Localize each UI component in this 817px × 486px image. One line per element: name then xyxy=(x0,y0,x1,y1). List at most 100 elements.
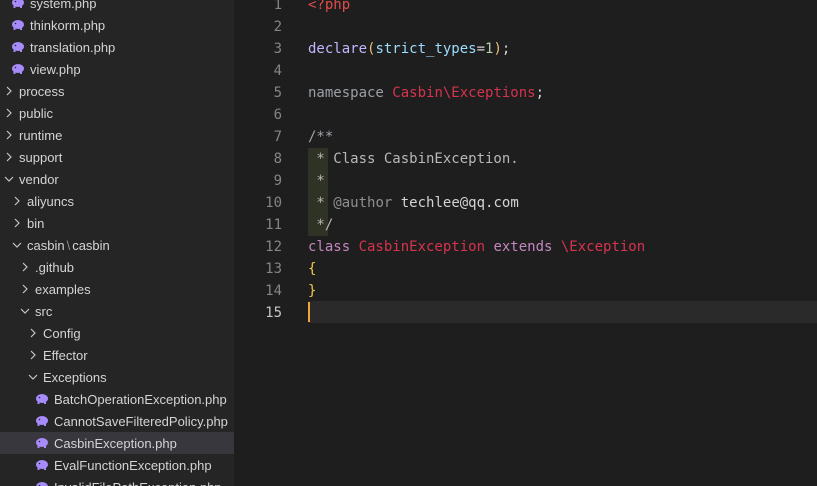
code-token: /** xyxy=(308,129,334,145)
php-elephant-icon xyxy=(35,480,49,486)
folder-item[interactable]: examples xyxy=(0,278,234,300)
code-line[interactable]: declare(strict_types=1); xyxy=(308,38,510,60)
line-number: 13 xyxy=(265,261,282,277)
folder-item[interactable]: support xyxy=(0,146,234,168)
file-item[interactable]: CannotSaveFilteredPolicy.php xyxy=(0,410,234,432)
chevron-right-icon[interactable] xyxy=(3,146,15,168)
vscode-window: system.php thinkorm.php translation.php vie… xyxy=(0,0,817,486)
file-item[interactable]: view.php xyxy=(0,58,234,80)
explorer-sidebar: system.php thinkorm.php translation.php vie… xyxy=(0,0,234,486)
folder-item[interactable]: bin xyxy=(0,212,234,234)
chevron-right-icon[interactable] xyxy=(3,102,15,124)
php-elephant-icon xyxy=(11,0,25,10)
tree-item-label: EvalFunctionException.php xyxy=(54,457,212,473)
code-token: @author xyxy=(333,195,393,211)
php-elephant-icon xyxy=(11,62,25,76)
code-token: \Exception xyxy=(560,239,646,255)
file-item[interactable]: system.php xyxy=(0,0,234,14)
file-item[interactable]: BatchOperationException.php xyxy=(0,388,234,410)
tree-item-label: Exceptions xyxy=(43,369,107,385)
code-line[interactable]: * xyxy=(308,170,325,192)
file-item[interactable]: EvalFunctionException.php xyxy=(0,454,234,476)
line-number: 10 xyxy=(265,195,282,211)
chevron-right-icon[interactable] xyxy=(27,344,39,366)
tree-item-label: view.php xyxy=(30,61,81,77)
code-token: * xyxy=(308,195,334,211)
code-token: strict_types xyxy=(375,41,477,57)
line-number: 4 xyxy=(273,63,282,79)
code-token: ) xyxy=(493,41,502,57)
code-token: techlee@qq.com xyxy=(392,195,519,211)
code-line[interactable]: } xyxy=(308,280,316,302)
chevron-right-icon[interactable] xyxy=(11,212,23,234)
file-item[interactable]: InvalidFilePathException.php xyxy=(0,476,234,486)
code-line[interactable]: * @author techlee@qq.com xyxy=(308,192,519,214)
folder-item[interactable]: .github xyxy=(0,256,234,278)
chevron-down-icon[interactable] xyxy=(19,300,31,322)
code-line[interactable]: /** xyxy=(308,126,333,148)
line-number: 8 xyxy=(273,151,282,167)
code-token: class xyxy=(308,239,359,255)
line-number: 12 xyxy=(265,239,282,255)
folder-item[interactable]: Effector xyxy=(0,344,234,366)
tree-item-label: BatchOperationException.php xyxy=(54,391,227,407)
file-item[interactable]: CasbinException.php xyxy=(0,432,234,454)
tree-item-label: aliyuncs xyxy=(27,193,74,209)
tree-item-label: vendor xyxy=(19,171,59,187)
code-line[interactable]: namespace Casbin\Exceptions; xyxy=(308,82,544,104)
tree-item-label: src xyxy=(35,303,53,319)
php-elephant-icon xyxy=(35,414,49,428)
line-number: 6 xyxy=(273,107,282,123)
code-token: ; xyxy=(535,85,545,101)
line-number: 2 xyxy=(273,19,282,35)
folder-item[interactable]: public xyxy=(0,102,234,124)
php-elephant-icon xyxy=(35,458,49,472)
code-token: */ xyxy=(308,217,334,233)
code-line[interactable]: { xyxy=(308,258,316,280)
text-cursor xyxy=(308,302,310,322)
chevron-right-icon[interactable] xyxy=(3,124,15,146)
code-token: = xyxy=(476,41,486,57)
folder-item[interactable]: vendor xyxy=(0,168,234,190)
tree-item-label: bin xyxy=(27,215,45,231)
line-number: 11 xyxy=(265,217,282,233)
folder-item[interactable]: runtime xyxy=(0,124,234,146)
file-item[interactable]: translation.php xyxy=(0,36,234,58)
folder-item[interactable]: Exceptions xyxy=(0,366,234,388)
line-number: 3 xyxy=(273,41,282,57)
chevron-down-icon[interactable] xyxy=(27,366,39,388)
folder-item[interactable]: casbin \ casbin xyxy=(0,234,234,256)
tree-item-label: CasbinException.php xyxy=(54,435,177,451)
tree-item-label: CannotSaveFilteredPolicy.php xyxy=(54,413,228,429)
php-elephant-icon xyxy=(35,436,49,450)
code-token: <?php xyxy=(308,0,351,13)
code-line[interactable]: class CasbinException extends \Exception xyxy=(308,236,645,258)
chevron-right-icon[interactable] xyxy=(19,256,31,278)
php-elephant-icon xyxy=(35,392,49,406)
code-editor[interactable]: 1 2 3 4 5 6 7 8 9 10 11 12 13 14 15 <?php declare(strict… xyxy=(234,0,817,486)
folder-item[interactable]: aliyuncs xyxy=(0,190,234,212)
tree-item-label: process xyxy=(19,83,65,99)
tree-item-label: public xyxy=(19,105,53,121)
tree-item-label: runtime xyxy=(19,127,63,143)
php-elephant-icon xyxy=(11,40,25,54)
file-item[interactable]: thinkorm.php xyxy=(0,14,234,36)
path-separator: \ xyxy=(66,237,71,253)
chevron-right-icon[interactable] xyxy=(3,80,15,102)
folder-item[interactable]: src xyxy=(0,300,234,322)
code-token: * xyxy=(308,173,325,189)
chevron-right-icon[interactable] xyxy=(19,278,31,300)
chevron-right-icon[interactable] xyxy=(27,322,39,344)
code-line[interactable]: */ xyxy=(308,214,333,236)
chevron-down-icon[interactable] xyxy=(11,234,23,256)
line-number: 15 xyxy=(265,305,282,321)
tree-item-label: Config xyxy=(43,325,81,341)
code-line[interactable]: <?php xyxy=(308,0,350,16)
tree-item-label: system.php xyxy=(30,0,97,11)
code-token: CasbinException xyxy=(358,239,486,255)
folder-item[interactable]: Config xyxy=(0,322,234,344)
chevron-down-icon[interactable] xyxy=(3,168,15,190)
code-line[interactable]: * Class CasbinException. xyxy=(308,148,518,170)
folder-item[interactable]: process xyxy=(0,80,234,102)
chevron-right-icon[interactable] xyxy=(11,190,23,212)
